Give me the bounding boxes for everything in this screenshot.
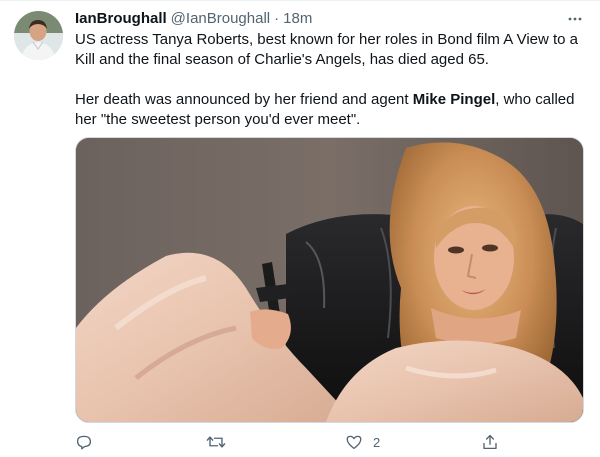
retweet-button[interactable]	[206, 431, 236, 453]
like-button[interactable]: 2	[345, 431, 380, 453]
tweet[interactable]: IanBroughall @IanBroughall · 18m US actr…	[0, 0, 600, 457]
tweet-content: IanBroughall @IanBroughall · 18m US actr…	[75, 9, 585, 450]
avatar[interactable]	[14, 11, 63, 60]
avatar-photo	[14, 11, 63, 60]
retweet-icon	[206, 436, 226, 448]
reply-icon	[76, 435, 92, 450]
photo-image	[76, 138, 583, 422]
tweet-text: US actress Tanya Roberts, best known for…	[75, 30, 585, 130]
tweet-photo[interactable]	[75, 137, 584, 423]
more-dots-icon	[568, 17, 582, 21]
tweet-actions: 2	[75, 431, 497, 453]
tweet-timestamp[interactable]: 18m	[283, 9, 312, 29]
share-button[interactable]	[481, 431, 509, 453]
tweet-header: IanBroughall @IanBroughall · 18m	[75, 9, 585, 29]
author-name[interactable]: IanBroughall	[75, 9, 167, 29]
header-separator: ·	[274, 10, 280, 27]
more-options-button[interactable]	[565, 9, 585, 29]
author-handle[interactable]: @IanBroughall	[171, 9, 270, 29]
like-count: 2	[373, 434, 381, 450]
reply-button[interactable]	[75, 431, 103, 453]
tweet-paragraph-2: Her death was announced by her friend an…	[75, 90, 585, 130]
paragraph-2-start: Her death was announced by her friend an…	[75, 91, 413, 108]
share-icon	[483, 434, 497, 450]
heart-icon	[346, 435, 362, 450]
mentioned-name: Mike Pingel	[412, 91, 496, 108]
tweet-paragraph-1: US actress Tanya Roberts, best known for…	[75, 31, 579, 68]
